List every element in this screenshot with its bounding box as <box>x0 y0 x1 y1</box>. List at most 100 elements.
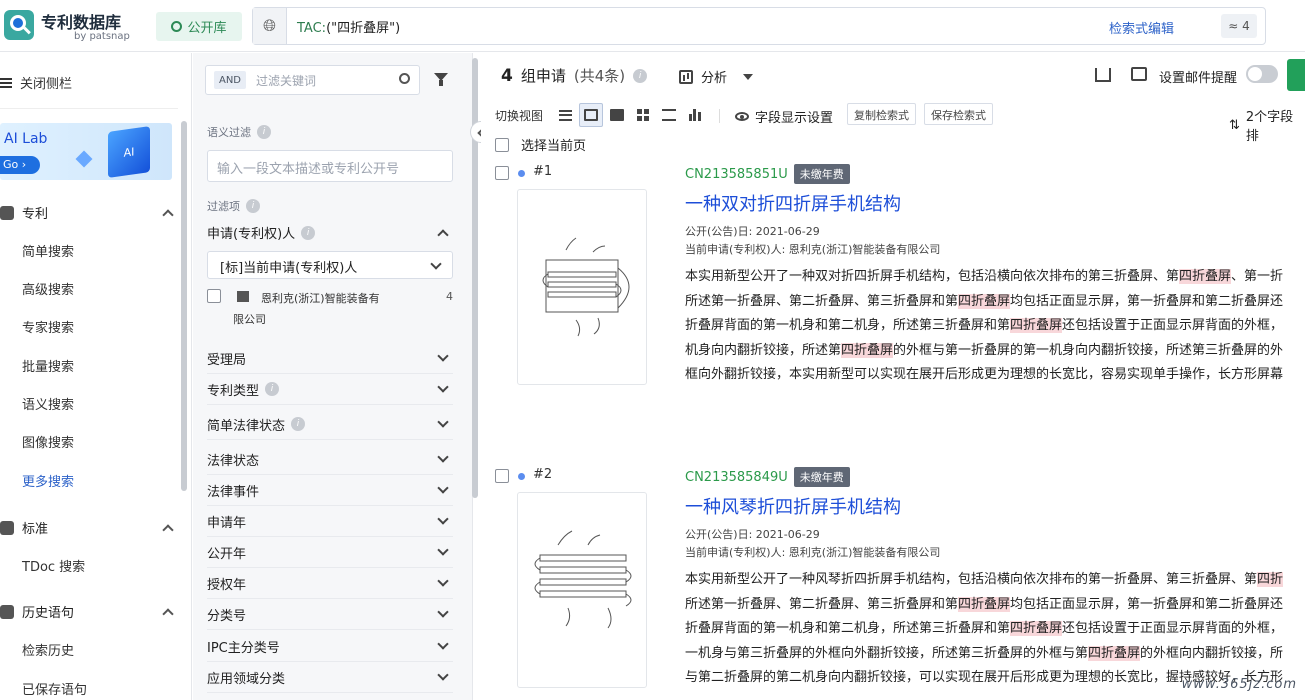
applicant-type-select[interactable]: [标]当前申请(专利权)人 <box>207 251 453 279</box>
publication-date: 公开(公告)日: 2021-06-29 <box>685 225 820 238</box>
nav-item-image-search[interactable]: 图像搜索 <box>22 432 74 451</box>
result-count-sub: (共4条) <box>573 67 626 85</box>
view-image-button[interactable] <box>605 103 629 127</box>
history-icon <box>0 604 14 619</box>
sidebar-scrollbar[interactable] <box>181 121 187 491</box>
save-query-button[interactable]: 保存检索式 <box>924 103 993 125</box>
abstract-line: 本实用新型公开了一种风琴折四折屏手机结构，包括沿横向依次排布的第一折叠屏、第三折… <box>685 572 1284 587</box>
query-box[interactable]: 🌐︎ TAC:("四折叠屏") 检索式编辑 ≈ 4 <box>252 7 1266 45</box>
facet-receiving-office[interactable]: 受理局 <box>207 343 453 374</box>
library-selector[interactable]: 公开库 <box>156 12 242 41</box>
nav-item-simple-search[interactable]: 简单搜索 <box>22 241 74 260</box>
mail-alert-toggle[interactable] <box>1246 65 1278 83</box>
nav-item-saved-queries[interactable]: 已保存语句 <box>22 679 87 698</box>
chart-icon <box>689 109 701 121</box>
close-sidebar-button[interactable]: 关闭侧栏 <box>0 73 72 92</box>
chevron-down-icon <box>437 513 449 525</box>
nav-section-label: 专利 <box>22 207 49 222</box>
publication-number[interactable]: CN213585849U 未缴年费 <box>685 467 850 487</box>
caret-down-icon <box>743 73 754 80</box>
and-operator-tag[interactable]: AND <box>214 71 246 89</box>
sort-menu[interactable]: ⇅ 2个字段排 <box>1229 106 1305 144</box>
applicant-option[interactable]: 恩利克(浙江)智能装备有 限公司 4 <box>207 288 453 328</box>
abstract-line: 所述第一折叠屏、第二折叠屏、第三折叠屏和第四折叠屏均包括正面显示屏，第一折叠屏和… <box>685 293 1284 309</box>
result-abstract: 本实用新型公开了一种双对折四折屏手机结构，包括沿横向依次排布的第三折叠屏、第四折… <box>685 265 1305 388</box>
chevron-up-icon <box>162 208 174 221</box>
edit-query-link[interactable]: 检索式编辑 <box>1109 18 1174 37</box>
ai-lab-go-button[interactable]: Go › <box>0 156 40 174</box>
sort-icon: ⇅ <box>1229 117 1240 133</box>
search-icon[interactable] <box>399 73 410 84</box>
chevron-down-icon <box>437 482 449 494</box>
nav-item-batch-search[interactable]: 批量搜索 <box>22 356 74 375</box>
nav-item-search-history[interactable]: 检索历史 <box>22 640 74 659</box>
view-tree-button[interactable] <box>657 103 681 127</box>
facet-application-field[interactable]: 应用领域分类 <box>207 662 453 693</box>
copy-query-button[interactable]: 复制检索式 <box>847 103 916 125</box>
cube-small-icon <box>75 150 93 168</box>
result-title[interactable]: 一种风琴折四折屏手机结构 <box>685 493 901 519</box>
facet-patent-type[interactable]: 专利类型 i <box>207 374 453 405</box>
tree-icon <box>662 109 676 121</box>
nav-item-more-search[interactable]: 更多搜索 <box>22 471 74 490</box>
analysis-menu[interactable]: 分析 <box>679 67 754 86</box>
top-bar: 专利数据库 by patsnap 公开库 🌐︎ TAC:("四折叠屏") 检索式… <box>0 0 1305 52</box>
nav-item-semantic-search[interactable]: 语义搜索 <box>22 394 74 413</box>
facet-ipc-main[interactable]: IPC主分类号 <box>207 631 453 662</box>
view-list-button[interactable] <box>553 103 577 127</box>
card-icon <box>584 109 598 121</box>
chevron-up-icon <box>437 228 449 241</box>
select-current-page[interactable]: 选择当前页 <box>495 135 586 154</box>
result-item: #1 CN213585851U 未缴年费 一种双对折四折屏手机结构 公开(公告)… <box>495 163 1305 443</box>
query-text[interactable]: TAC:("四折叠屏") <box>297 17 400 36</box>
result-title[interactable]: 一种双对折四折屏手机结构 <box>685 190 901 216</box>
publication-number[interactable]: CN213585851U 未缴年费 <box>685 164 850 184</box>
result-checkbox[interactable] <box>495 469 509 483</box>
facet-legal-status[interactable]: 法律状态 <box>207 444 453 475</box>
chevron-down-icon <box>437 451 449 463</box>
export-image-icon[interactable] <box>1131 67 1147 81</box>
nav-section-standard[interactable]: 标准 <box>0 518 174 537</box>
nav-section-history[interactable]: 历史语句 <box>0 602 174 621</box>
field-display-settings-button[interactable]: 字段显示设置 <box>735 107 833 126</box>
patsnap-logo-icon[interactable] <box>4 10 34 40</box>
semantic-filter-input[interactable]: 输入一段文本描述或专利公开号 <box>207 150 453 182</box>
nav-section-label: 历史语句 <box>22 606 75 621</box>
standard-icon <box>0 520 14 535</box>
keyword-highlight: 四折叠屏 <box>1010 318 1063 333</box>
applicant-checkbox[interactable] <box>207 289 221 303</box>
filter-settings-icon[interactable] <box>434 73 448 87</box>
menu-icon <box>0 77 12 88</box>
chevron-down-icon <box>437 381 449 393</box>
nav-section-patent[interactable]: 专利 <box>0 203 174 222</box>
ai-lab-banner[interactable]: AI Lab Go › AI <box>0 123 172 180</box>
nav-item-tdoc-search[interactable]: TDoc 搜索 <box>22 556 85 575</box>
view-grid-button[interactable] <box>631 103 655 127</box>
patent-drawing-thumbnail[interactable] <box>517 189 647 385</box>
switch-view-label: 切换视图 <box>495 109 544 123</box>
save-green-button[interactable] <box>1287 59 1305 91</box>
download-icon[interactable] <box>1095 68 1111 82</box>
facet-application-year[interactable]: 申请年 <box>207 506 453 537</box>
abstract-line: 本实用新型公开了一种双对折四折屏手机结构，包括沿横向依次排布的第三折叠屏、第四折… <box>685 269 1284 284</box>
facet-classification[interactable]: 分类号 <box>207 599 453 630</box>
select-page-checkbox[interactable] <box>495 137 509 152</box>
result-checkbox[interactable] <box>495 166 509 180</box>
view-card-button[interactable] <box>579 103 603 127</box>
nav-item-expert-search[interactable]: 专家搜索 <box>22 317 74 336</box>
facet-publication-year[interactable]: 公开年 <box>207 537 453 568</box>
facet-applicant[interactable]: 申请(专利权)人 i <box>207 217 453 248</box>
keyword-filter-placeholder: 过滤关键词 <box>256 74 317 88</box>
facet-simple-legal-status[interactable]: 简单法律状态 i <box>207 409 453 440</box>
patent-drawing-thumbnail[interactable] <box>517 492 647 688</box>
globe-icon[interactable]: 🌐︎ <box>253 8 287 44</box>
bar-chart-icon <box>679 69 693 84</box>
keyword-filter-input[interactable]: AND 过滤关键词 <box>205 65 420 95</box>
facet-legal-event[interactable]: 法律事件 <box>207 475 453 506</box>
facet-grant-year[interactable]: 授权年 <box>207 568 453 599</box>
keyword-highlight: 四折叠屏 <box>958 596 1011 612</box>
nav-item-advanced-search[interactable]: 高级搜索 <box>22 279 74 298</box>
keyword-highlight: 四折叠屏 <box>1010 621 1063 636</box>
chevron-down-icon <box>437 669 449 681</box>
view-chart-button[interactable] <box>683 103 707 127</box>
